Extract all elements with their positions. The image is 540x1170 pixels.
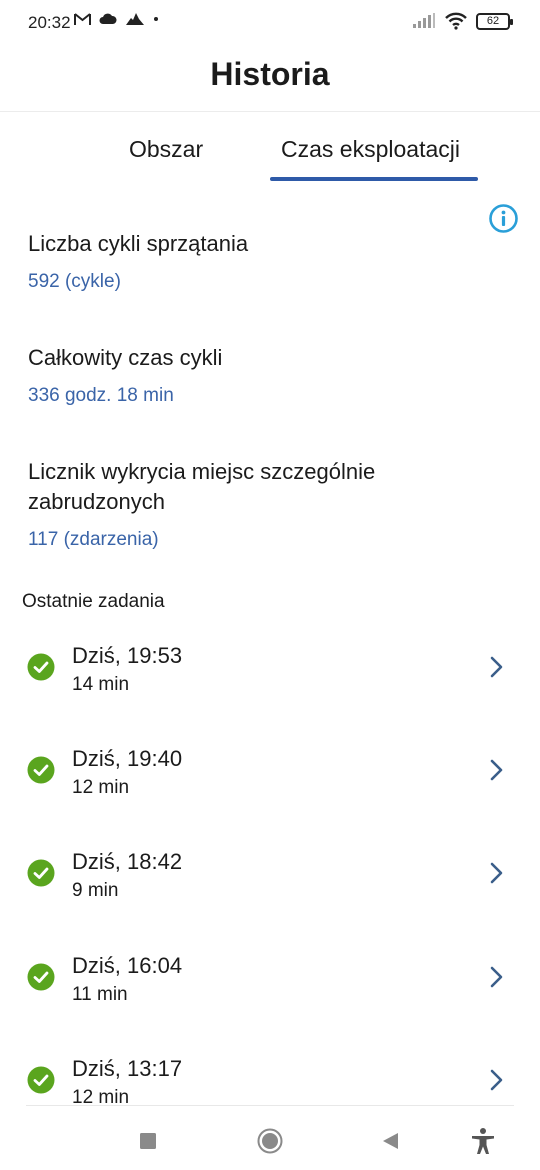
check-circle-icon bbox=[27, 963, 55, 991]
recent-tasks-title: Ostatnie zadania bbox=[22, 591, 165, 612]
task-time: Dziś, 18:42 bbox=[72, 849, 183, 874]
task-time: Dziś, 16:04 bbox=[72, 953, 183, 978]
tab-area[interactable]: Obszar bbox=[129, 136, 203, 163]
check-circle-icon bbox=[27, 653, 55, 681]
accessibility-button[interactable] bbox=[468, 1126, 498, 1156]
task-time: Dziś, 19:40 bbox=[72, 746, 183, 771]
dot-icon bbox=[154, 17, 158, 21]
stat-value: 592 (cykle) bbox=[28, 271, 121, 292]
wifi-icon bbox=[445, 12, 467, 30]
task-duration: 11 min bbox=[72, 984, 128, 1005]
task-duration: 12 min bbox=[72, 777, 130, 798]
system-nav-bar bbox=[0, 1110, 540, 1170]
task-time: Dziś, 13:17 bbox=[72, 1056, 183, 1081]
task-duration: 9 min bbox=[72, 880, 119, 901]
task-row[interactable]: Dziś, 18:42 9 min bbox=[0, 836, 540, 926]
tab-runtime[interactable]: Czas eksploatacji bbox=[281, 136, 460, 163]
task-time: Dziś, 19:53 bbox=[72, 643, 183, 668]
stat-cleaning-cycles: Liczba cykli sprzątania 592 (cykle) bbox=[28, 229, 498, 293]
chevron-right-icon bbox=[490, 966, 503, 988]
battery-indicator: 62 bbox=[476, 12, 513, 30]
system-icons: 62 bbox=[412, 12, 513, 30]
task-row[interactable]: Dziś, 16:04 11 min bbox=[0, 940, 540, 1030]
recent-tasks-list: Dziś, 19:53 14 min Dziś, 19:40 12 min Dz… bbox=[0, 630, 540, 1105]
stat-label: Licznik wykrycia miejsc szczególnie zabr… bbox=[28, 459, 376, 514]
chevron-right-icon bbox=[490, 1069, 503, 1091]
notification-icons bbox=[74, 12, 159, 26]
task-row[interactable]: Dziś, 19:40 12 min bbox=[0, 733, 540, 823]
signal-icon bbox=[413, 13, 435, 28]
chevron-right-icon bbox=[490, 759, 503, 781]
check-circle-icon bbox=[27, 859, 55, 887]
chevron-right-icon bbox=[490, 656, 503, 678]
stat-value: 336 godz. 18 min bbox=[28, 385, 174, 406]
task-row[interactable]: Dziś, 13:17 12 min bbox=[0, 1043, 540, 1105]
gmail-icon bbox=[74, 13, 91, 25]
stat-dirt-detection-counter: Licznik wykrycia miejsc szczególnie zabr… bbox=[28, 457, 498, 551]
active-tab-indicator bbox=[270, 177, 478, 181]
accessibility-icon bbox=[472, 1128, 494, 1154]
recents-button[interactable] bbox=[133, 1126, 163, 1156]
task-duration: 14 min bbox=[72, 674, 130, 695]
check-circle-icon bbox=[27, 1066, 55, 1094]
stat-label: Liczba cykli sprzątania bbox=[28, 231, 249, 256]
status-bar: 20:32 62 bbox=[0, 0, 540, 46]
robot-icon bbox=[126, 13, 144, 25]
check-circle-icon bbox=[27, 756, 55, 784]
chevron-right-icon bbox=[490, 862, 503, 884]
task-duration: 12 min bbox=[72, 1087, 130, 1105]
stat-value: 117 (zdarzenia) bbox=[28, 529, 159, 550]
status-time: 20:32 bbox=[28, 13, 71, 32]
home-button[interactable] bbox=[255, 1126, 285, 1156]
battery-level: 62 bbox=[486, 15, 500, 27]
page-title: Historia bbox=[210, 56, 330, 92]
back-button[interactable] bbox=[375, 1126, 405, 1156]
square-icon bbox=[140, 1133, 156, 1149]
triangle-back-icon bbox=[383, 1133, 398, 1149]
tab-bar: Obszar Czas eksploatacji bbox=[0, 112, 540, 184]
circle-icon bbox=[257, 1128, 283, 1154]
bottom-divider bbox=[26, 1105, 514, 1106]
task-row[interactable]: Dziś, 19:53 14 min bbox=[0, 630, 540, 720]
stat-label: Całkowity czas cykli bbox=[28, 345, 223, 370]
stat-total-cycle-time: Całkowity czas cykli 336 godz. 18 min bbox=[28, 343, 498, 407]
cloud-icon bbox=[99, 13, 117, 24]
